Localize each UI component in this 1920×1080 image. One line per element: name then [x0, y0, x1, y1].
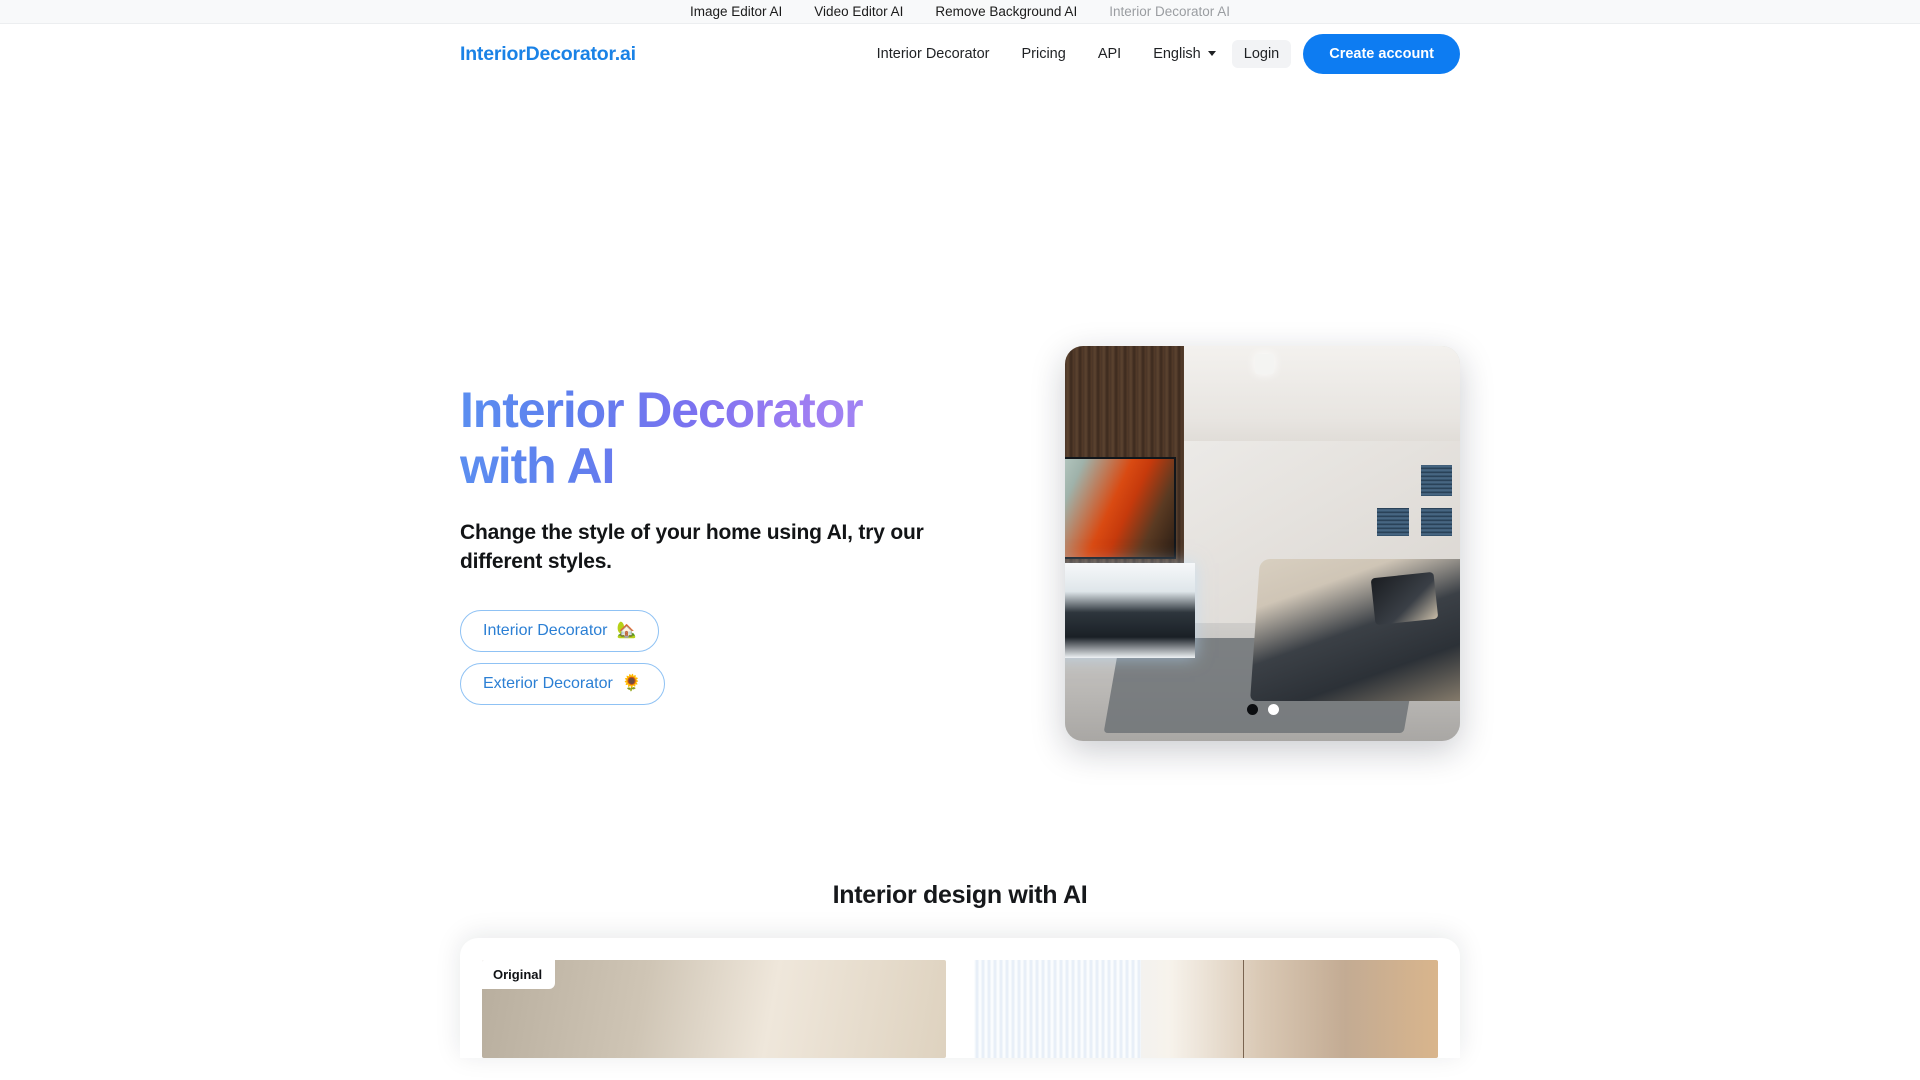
topbar-link-remove-background[interactable]: Remove Background AI	[935, 5, 1077, 19]
hero-section: Interior Decorator with AI Change the sty…	[460, 84, 1460, 741]
brand-logo[interactable]: InteriorDecorator.ai	[460, 43, 636, 66]
comparison-image-result[interactable]	[974, 960, 1438, 1058]
wall-shelf-right	[1420, 507, 1453, 536]
comparison-image-original[interactable]: Original	[482, 960, 946, 1058]
navbar-inner: InteriorDecorator.ai Interior Decorator …	[460, 33, 1460, 75]
carousel-dots	[1246, 704, 1279, 715]
topbar-link-video-editor[interactable]: Video Editor AI	[814, 5, 903, 19]
login-button[interactable]: Login	[1231, 39, 1292, 69]
create-account-button[interactable]: Create account	[1303, 33, 1460, 75]
wall-shelf-top	[1420, 464, 1453, 497]
sofa-cushion	[1370, 571, 1439, 626]
wall-artwork-tv	[1065, 456, 1176, 560]
navbar-right-group: Interior Decorator Pricing API English L…	[861, 33, 1460, 75]
media-console	[1065, 563, 1196, 659]
topbar-link-image-editor[interactable]: Image Editor AI	[690, 5, 782, 19]
hero-text-column: Interior Decorator with AI Change the sty…	[460, 382, 1000, 705]
comparison-card: Original	[460, 938, 1460, 1058]
nav-link-pricing[interactable]: Pricing	[1005, 47, 1081, 62]
hero-title-line-1: Interior Decorator	[460, 382, 863, 439]
language-selector[interactable]: English	[1137, 47, 1220, 62]
interior-decorator-button-label: Interior Decorator	[483, 621, 608, 639]
interior-design-section: Interior design with AI Original	[0, 881, 1920, 1058]
carousel-dot-1[interactable]	[1246, 704, 1258, 715]
blossom-flowers-icon: 🌻	[621, 674, 642, 692]
wall-shelf-middle	[1377, 507, 1409, 536]
nav-link-interior-decorator[interactable]: Interior Decorator	[861, 47, 1006, 62]
topbar-link-interior-decorator[interactable]: Interior Decorator AI	[1109, 5, 1230, 19]
exterior-decorator-button[interactable]: Exterior Decorator 🌻	[460, 662, 665, 705]
hero-subtitle: Change the style of your home using AI, …	[460, 521, 924, 573]
exterior-decorator-button-label: Exterior Decorator	[483, 674, 613, 692]
language-selector-label: English	[1153, 45, 1201, 62]
hero-action-buttons: Interior Decorator 🏡 Exterior Decorator 🌻	[460, 609, 1000, 705]
section-title: Interior design with AI	[832, 881, 1088, 909]
house-with-garden-icon: 🏡	[616, 621, 637, 639]
original-badge: Original	[482, 960, 556, 989]
main-navbar: InteriorDecorator.ai Interior Decorator …	[0, 24, 1920, 84]
hero-image-column	[1065, 346, 1460, 741]
hero-title-line-2: with AI	[460, 438, 615, 495]
top-utility-bar: Image Editor AI Video Editor AI Remove B…	[0, 0, 1920, 24]
hero-carousel-image[interactable]	[1065, 346, 1460, 741]
interior-decorator-button[interactable]: Interior Decorator 🏡	[460, 609, 660, 652]
chevron-down-icon	[1207, 51, 1216, 57]
nav-link-api[interactable]: API	[1082, 47, 1137, 62]
carousel-dot-2[interactable]	[1267, 704, 1279, 715]
page-title: Interior Decorator with AI	[460, 382, 863, 494]
ceiling-light	[1254, 353, 1275, 374]
